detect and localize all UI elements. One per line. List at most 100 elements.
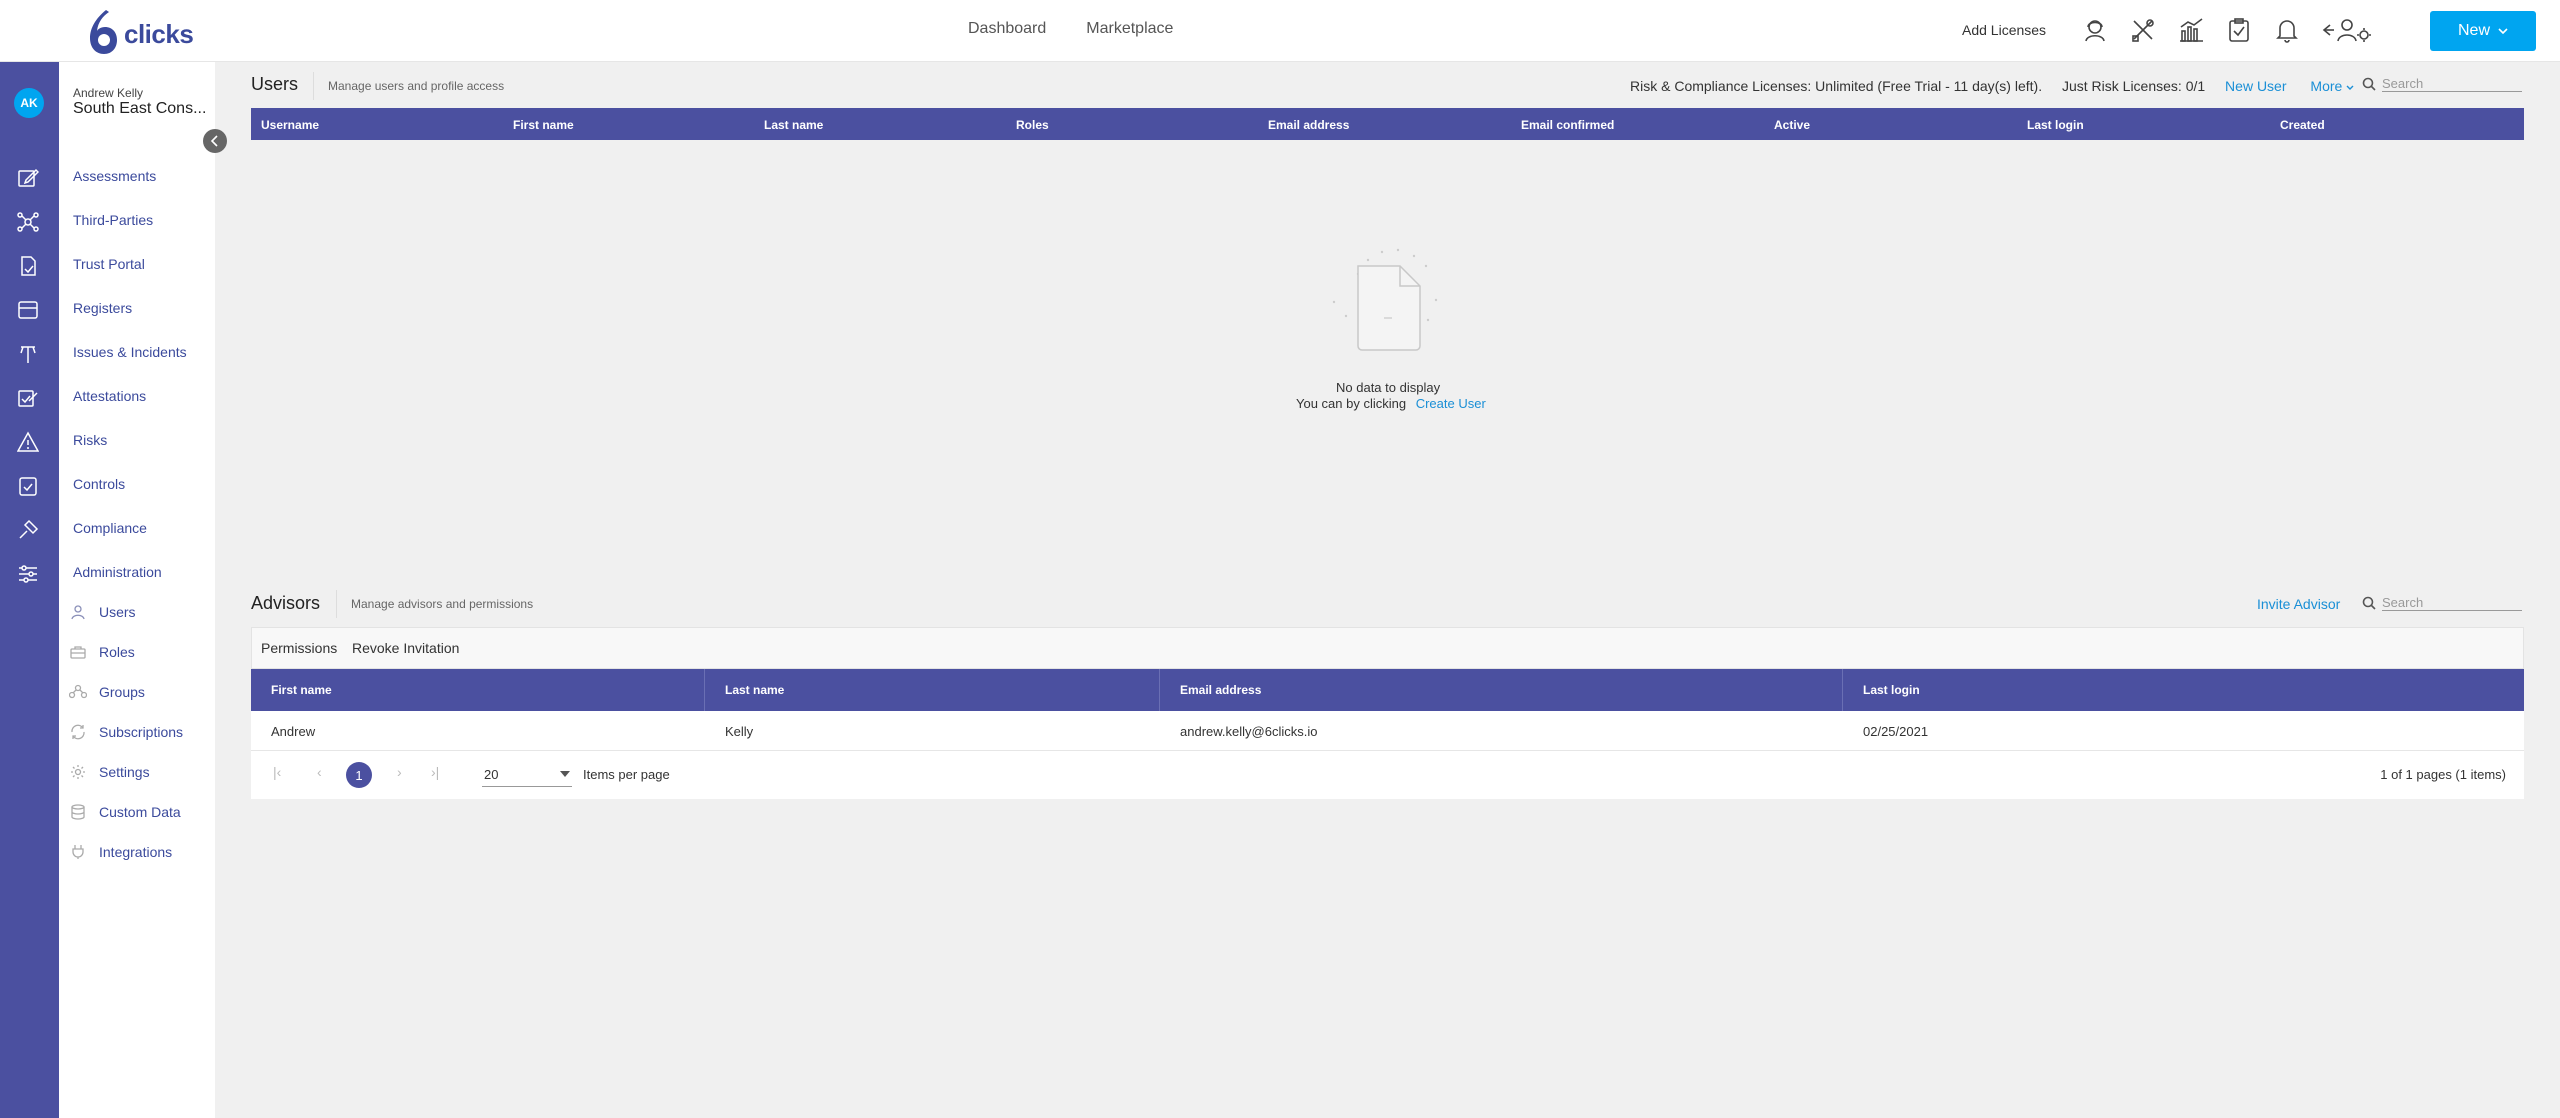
assessments-edit-icon[interactable]: [16, 166, 40, 190]
plug-icon: [69, 843, 87, 861]
nav-marketplace[interactable]: Marketplace: [1086, 20, 1173, 38]
col-first-name[interactable]: First name: [513, 118, 574, 132]
sidebar-item-third-parties[interactable]: Third-Parties: [73, 212, 153, 228]
sidebar-collapse-button[interactable]: [203, 129, 227, 153]
nav-dashboard[interactable]: Dashboard: [968, 20, 1046, 38]
user-settings-icon[interactable]: [2320, 14, 2372, 46]
users-search-input[interactable]: [2382, 76, 2522, 92]
sidebar-item-trust-portal[interactable]: Trust Portal: [73, 256, 145, 272]
create-user-link[interactable]: Create User: [1416, 396, 1486, 411]
sidebar-subitem-label: Integrations: [99, 844, 173, 860]
items-per-page-select[interactable]: 20: [482, 763, 572, 787]
sidebar-subitem-label: Subscriptions: [99, 724, 184, 740]
sidebar-item-assessments[interactable]: Assessments: [73, 168, 156, 184]
header-icons: [2080, 14, 2372, 46]
col-roles[interactable]: Roles: [1016, 118, 1049, 132]
col-email-address[interactable]: Email address: [1160, 669, 1843, 711]
first-page-icon[interactable]: |‹: [273, 764, 281, 780]
trust-portal-icon[interactable]: [16, 254, 40, 278]
advisors-description: Manage advisors and permissions: [336, 590, 533, 618]
empty-state-title: No data to display: [1336, 380, 1441, 395]
advisors-search-input[interactable]: [2382, 595, 2522, 611]
col-username[interactable]: Username: [261, 118, 319, 132]
col-last-name[interactable]: Last name: [705, 669, 1160, 711]
sidebar-subitem-label: Settings: [99, 764, 150, 780]
next-page-icon[interactable]: ›: [397, 764, 402, 780]
users-search: [2362, 75, 2522, 93]
items-per-page-label: Items per page: [583, 767, 670, 782]
empty-state-prompt-text: You can by clicking: [1296, 396, 1407, 411]
sidebar-item-administration[interactable]: Administration: [73, 564, 162, 580]
col-last-login[interactable]: Last login: [2027, 118, 2084, 132]
items-per-page-value: 20: [484, 767, 499, 782]
sidebar-item-registers[interactable]: Registers: [73, 300, 132, 316]
users-title: Users: [251, 74, 299, 94]
tasks-clipboard-icon[interactable]: [2224, 14, 2254, 46]
sidebar-subitem-groups[interactable]: Groups: [69, 683, 145, 701]
briefcase-icon: [69, 643, 87, 661]
page-current[interactable]: 1: [346, 762, 372, 788]
new-button-label: New: [2457, 22, 2490, 39]
search-icon[interactable]: [2362, 596, 2376, 610]
sidebar-item-attestations[interactable]: Attestations: [73, 388, 146, 404]
bell-icon[interactable]: [2272, 14, 2302, 46]
prev-page-icon[interactable]: ‹: [317, 764, 322, 780]
sidebar-subitem-label: Groups: [99, 684, 145, 700]
logo-six-icon: [90, 10, 117, 54]
sidebar-item-controls[interactable]: Controls: [73, 476, 125, 492]
registers-icon[interactable]: [16, 298, 40, 322]
users-grid-header: Username First name Last name Roles Emai…: [251, 108, 2524, 140]
sidebar-subitem-settings[interactable]: Settings: [69, 763, 150, 781]
col-email-address[interactable]: Email address: [1268, 118, 1349, 132]
sidebar-item-risks[interactable]: Risks: [73, 432, 107, 448]
user-org[interactable]: South East Cons...: [73, 100, 206, 118]
analytics-icon[interactable]: [2176, 14, 2206, 46]
new-user-link[interactable]: New User: [2225, 78, 2286, 94]
logo[interactable]: clicks: [86, 6, 194, 56]
icon-rail: AK: [0, 62, 59, 1118]
tools-icon[interactable]: [2128, 14, 2158, 46]
cell-last-login: 02/25/2021: [1863, 723, 1929, 739]
sidebar-subitem-roles[interactable]: Roles: [69, 643, 135, 661]
more-menu[interactable]: More: [2310, 78, 2354, 94]
more-label: More: [2310, 78, 2343, 94]
col-active[interactable]: Active: [1774, 118, 1810, 132]
sidebar-subitem-label: Roles: [99, 644, 135, 660]
issues-incidents-icon[interactable]: [16, 342, 40, 366]
attestations-icon[interactable]: [16, 386, 40, 410]
risks-warning-icon[interactable]: [16, 430, 40, 454]
sidebar-subitem-users[interactable]: Users: [69, 603, 136, 621]
revoke-invitation-button[interactable]: Revoke Invitation: [352, 640, 459, 656]
col-first-name[interactable]: First name: [251, 669, 705, 711]
sidebar-subitem-integrations[interactable]: Integrations: [69, 843, 172, 861]
cell-email: andrew.kelly@6clicks.io: [1180, 723, 1318, 739]
sidebar-subitem-subscriptions[interactable]: Subscriptions: [69, 723, 183, 741]
top-nav: Dashboard Marketplace: [968, 20, 1173, 38]
table-row[interactable]: Andrew Kelly andrew.kelly@6clicks.io 02/…: [251, 711, 2524, 751]
avatar[interactable]: AK: [14, 88, 44, 118]
advisors-table-header: First name Last name Email address Last …: [251, 669, 2524, 711]
compliance-gavel-icon[interactable]: [16, 518, 40, 542]
invite-advisor-link[interactable]: Invite Advisor: [2257, 596, 2340, 612]
col-last-name[interactable]: Last name: [764, 118, 823, 132]
add-licenses-link[interactable]: Add Licenses: [1962, 22, 2046, 38]
col-created[interactable]: Created: [2280, 118, 2325, 132]
new-button[interactable]: New: [2430, 11, 2536, 51]
permissions-button[interactable]: Permissions: [261, 640, 337, 656]
col-last-login[interactable]: Last login: [1843, 669, 2524, 711]
sidebar-subitem-label: Custom Data: [99, 804, 181, 820]
last-page-icon[interactable]: ›|: [431, 764, 439, 780]
page-info: 1 of 1 pages (1 items): [2380, 767, 2506, 782]
col-email-confirmed[interactable]: Email confirmed: [1521, 118, 1614, 132]
search-icon[interactable]: [2362, 77, 2376, 91]
third-parties-network-icon[interactable]: [16, 210, 40, 234]
controls-icon[interactable]: [16, 474, 40, 498]
sidebar-item-compliance[interactable]: Compliance: [73, 520, 147, 536]
caret-down-icon: [560, 771, 570, 777]
cell-last-name: Kelly: [725, 723, 754, 739]
support-agent-icon[interactable]: [2080, 14, 2110, 46]
cell-first-name: Andrew: [271, 723, 316, 739]
sidebar-item-issues-incidents[interactable]: Issues & Incidents: [73, 344, 187, 360]
administration-sliders-icon[interactable]: [16, 562, 40, 586]
sidebar-subitem-custom-data[interactable]: Custom Data: [69, 803, 181, 821]
